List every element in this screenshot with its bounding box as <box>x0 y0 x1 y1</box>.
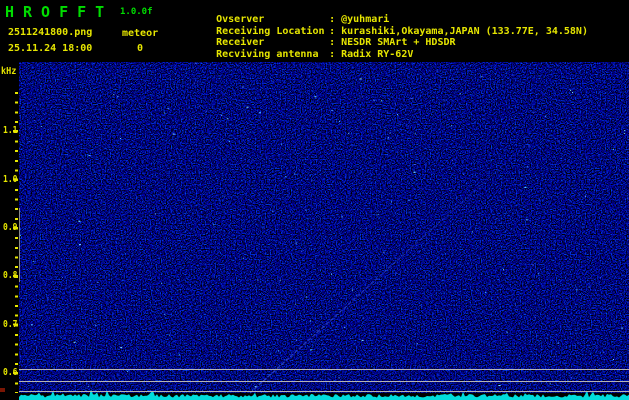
info-value: kurashiki,Okayama,JAPAN (133.77E, 34.58N… <box>341 25 588 37</box>
y-axis-unit: kHz <box>1 66 17 77</box>
meteor-count-label: meteor <box>122 28 159 39</box>
info-value: Radix RY-62V <box>341 48 414 60</box>
reference-line-middle <box>19 381 629 382</box>
info-separator: : <box>329 37 336 48</box>
meteor-count-value: 0 <box>137 43 144 54</box>
info-separator: : <box>329 14 336 25</box>
info-label: Ovserver <box>216 14 265 25</box>
app-version: 1.0.0f <box>120 7 153 17</box>
calibration-bar <box>19 208 20 282</box>
reference-line-upper <box>19 369 629 370</box>
info-label: Receiver <box>216 37 265 48</box>
info-value: NESDR SMArt + HDSDR <box>341 37 456 48</box>
info-label: Recviving antenna <box>216 48 319 60</box>
hrofft-spectrogram-screen: HROFFT 1.0.0f 2511241800.png meteor 25.1… <box>0 0 629 400</box>
info-separator: : <box>329 25 336 37</box>
app-title: HROFFT <box>5 3 114 21</box>
info-value: @yuhmari <box>341 14 390 25</box>
info-separator: : <box>329 48 336 60</box>
datetime-label: 25.11.24 18:00 <box>8 43 93 54</box>
spectrogram-plot <box>19 62 629 400</box>
info-row-observer: Ovserver: @yuhmari <box>180 3 588 25</box>
reference-line-lower <box>19 391 629 392</box>
noise-field <box>19 62 629 393</box>
y-axis-major-ticks-left <box>13 130 18 374</box>
info-label: Receiving Location <box>216 25 325 37</box>
output-filename: 2511241800.png <box>8 27 93 38</box>
station-info-block: Ovserver: @yuhmari Receiving Location: kur… <box>180 3 588 60</box>
corner-mark <box>0 388 5 392</box>
